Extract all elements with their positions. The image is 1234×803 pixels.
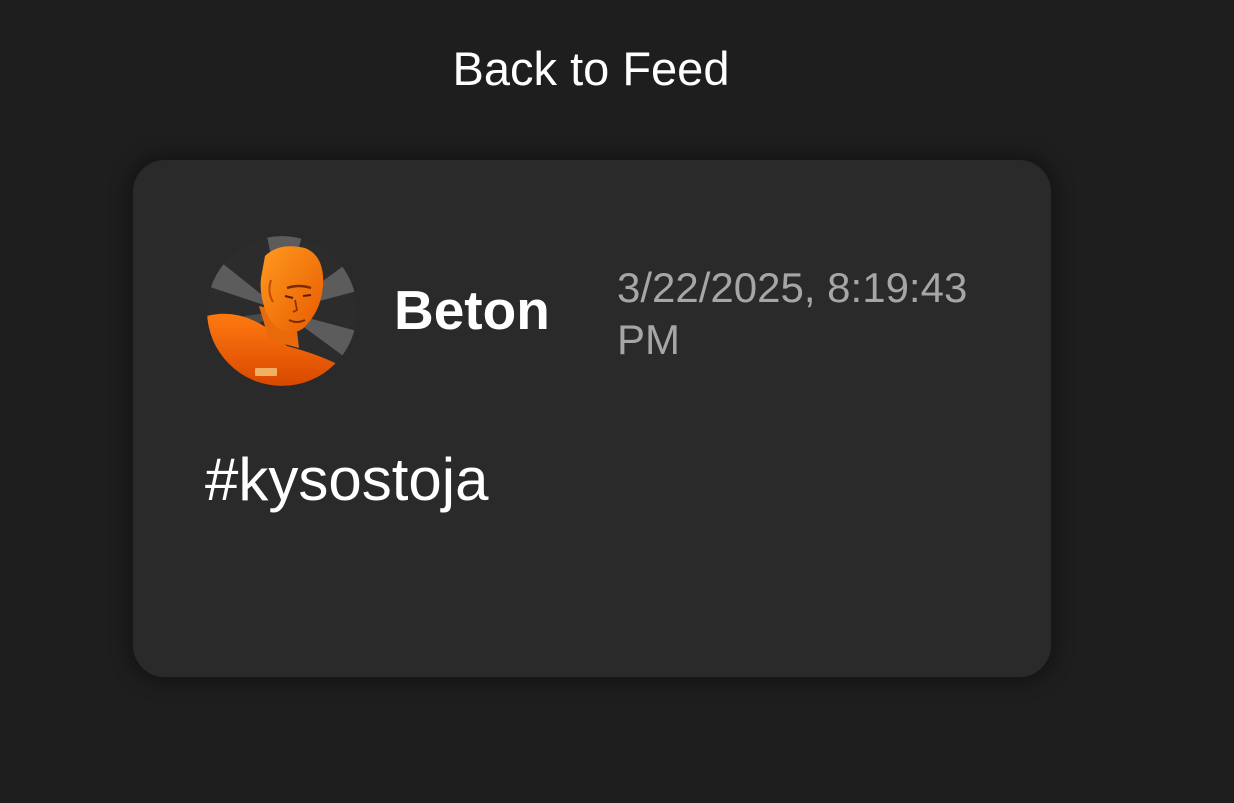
post-card: Beton 3/22/2025, 8:19:43 PM #kysostoja: [133, 160, 1051, 677]
post-timestamp: 3/22/2025, 8:19:43 PM: [617, 264, 968, 363]
post-author-name[interactable]: Beton: [394, 278, 550, 342]
user-avatar-icon: [207, 236, 357, 386]
post-detail-page: Back to Feed Beton 3/22/2025, 8:19:43 PM…: [0, 0, 1234, 803]
avatar[interactable]: [207, 236, 357, 386]
post-content: #kysostoja: [205, 446, 489, 513]
back-to-feed-link[interactable]: Back to Feed: [0, 42, 1182, 96]
